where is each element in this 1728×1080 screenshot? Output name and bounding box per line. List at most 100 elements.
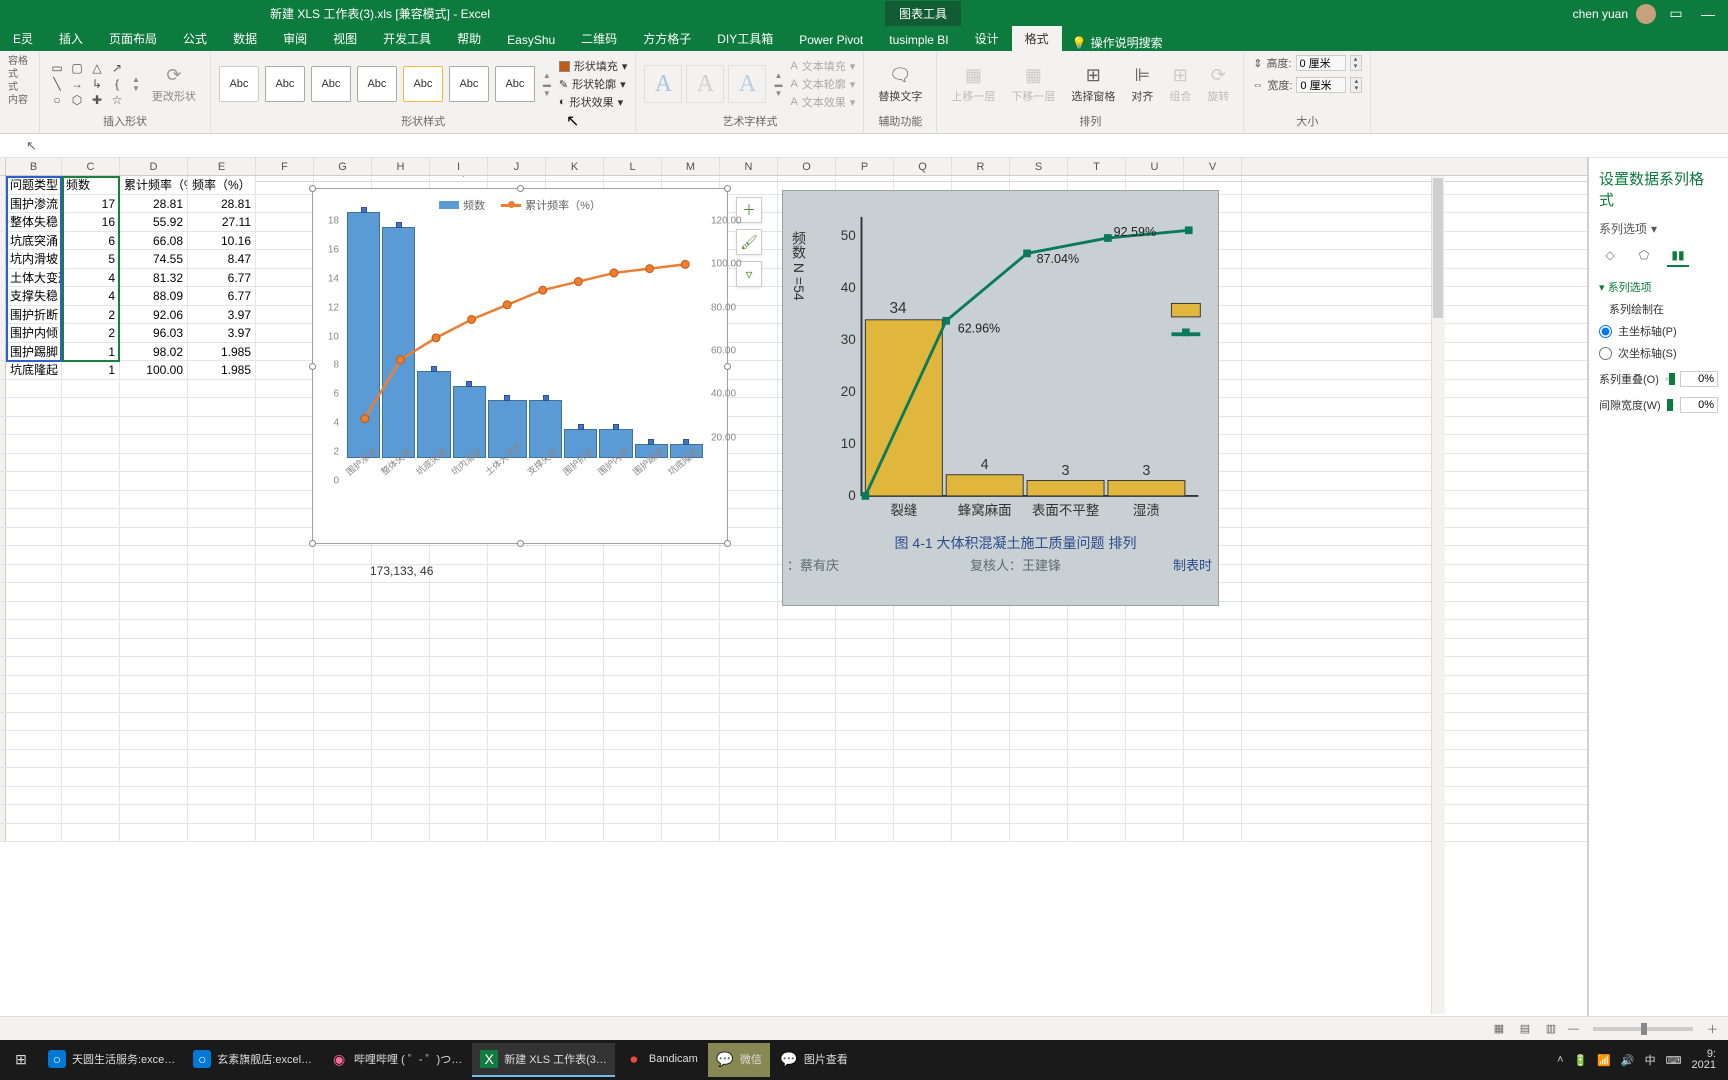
tab-eling[interactable]: E灵	[0, 26, 46, 51]
arrow-icon[interactable]: ↗	[108, 61, 126, 75]
user-avatar[interactable]	[1636, 4, 1656, 24]
tab-data[interactable]: 数据	[220, 26, 270, 51]
effects-icon[interactable]: ⬠	[1633, 245, 1655, 267]
hex-icon[interactable]: ⬡	[68, 93, 86, 107]
style-3[interactable]: Abc	[311, 66, 351, 102]
tab-design[interactable]: 设计	[962, 26, 1012, 51]
rrect-icon[interactable]: ▢	[68, 61, 86, 75]
style-2[interactable]: Abc	[265, 66, 305, 102]
wordart-1[interactable]: A	[644, 65, 682, 103]
section-label[interactable]: ▾ 系列选项	[1599, 279, 1718, 295]
tab-formula[interactable]: 公式	[170, 26, 220, 51]
style-1[interactable]: Abc	[219, 66, 259, 102]
wordart-label: 艺术字样式	[722, 113, 777, 131]
wordart-gallery[interactable]: A A A	[644, 65, 766, 103]
line-icon[interactable]: ╲	[48, 77, 66, 91]
tab-review[interactable]: 审阅	[270, 26, 320, 51]
style-5[interactable]: Abc	[403, 66, 443, 102]
selection-pane-button[interactable]: ⊞选择窗格	[1065, 62, 1121, 106]
ime-icon[interactable]: 中	[1645, 1052, 1656, 1068]
bring-forward-button[interactable]: ▦上移一层	[945, 62, 1001, 106]
ribbon-options-icon[interactable]: ▭	[1664, 2, 1688, 26]
send-back-button[interactable]: ▦下移一层	[1005, 62, 1061, 106]
wifi-icon[interactable]: 📶	[1597, 1054, 1611, 1067]
shape-gallery[interactable]: ▭ ▢ △ ↗ ╲ → ↳ { ○ ⬡ ✚ ☆	[48, 61, 126, 107]
oval-icon[interactable]: ○	[48, 93, 66, 107]
tab-ffgz[interactable]: 方方格子	[630, 26, 704, 51]
volume-icon[interactable]: 🔊	[1621, 1054, 1635, 1067]
plus-icon[interactable]: ✚	[88, 93, 106, 107]
align-button[interactable]: ⊫对齐	[1125, 62, 1159, 106]
clock[interactable]: 9:2021	[1692, 1049, 1716, 1071]
zoom-slider[interactable]	[1593, 1027, 1693, 1031]
battery-icon[interactable]: 🔋	[1574, 1054, 1588, 1067]
task-imageview[interactable]: 💬图片查看	[772, 1043, 856, 1077]
height-stepper[interactable]: ▴▾	[1350, 55, 1362, 71]
zoom-out-button[interactable]: —	[1568, 1023, 1579, 1035]
vertical-scrollbar[interactable]	[1431, 176, 1445, 1014]
tab-insert[interactable]: 插入	[46, 26, 96, 51]
keyboard-icon[interactable]: ⌨	[1666, 1054, 1682, 1067]
tri-icon[interactable]: △	[88, 61, 106, 75]
tray-up-icon[interactable]: ˄	[1557, 1054, 1563, 1066]
brace-icon[interactable]: {	[108, 77, 126, 91]
tab-easyshu[interactable]: EasyShu	[494, 29, 568, 51]
conn-icon[interactable]: ↳	[88, 77, 106, 91]
page-break-view-icon[interactable]: ▥	[1542, 1021, 1560, 1037]
fill-line-icon[interactable]: ◇	[1599, 245, 1621, 267]
task-excel[interactable]: X新建 XLS 工作表(3…	[472, 1043, 615, 1077]
wordart-3[interactable]: A	[728, 65, 766, 103]
shape-effect-button[interactable]: ◐形状效果 ▾	[559, 94, 628, 110]
alt-text-button[interactable]: 🗨替换文字	[872, 62, 928, 106]
arrowr-icon[interactable]: →	[68, 77, 86, 91]
minimize-icon[interactable]: —	[1696, 2, 1720, 26]
shape-style-gallery[interactable]: Abc Abc Abc Abc Abc Abc Abc	[219, 66, 535, 102]
system-tray[interactable]: ˄ 🔋 📶 🔊 中 ⌨ 9:2021	[1557, 1049, 1724, 1071]
tab-diy[interactable]: DIY工具箱	[704, 26, 786, 51]
task-1[interactable]: ○天圆生活服务:exce…	[40, 1043, 183, 1077]
height-input[interactable]	[1296, 55, 1346, 71]
tab-layout[interactable]: 页面布局	[96, 26, 170, 51]
task-3[interactable]: ◉哔哩哔哩 ( ゜- ゜)つ…	[322, 1043, 470, 1077]
start-button[interactable]: ⊞	[4, 1043, 38, 1077]
tab-pp[interactable]: Power Pivot	[786, 29, 876, 51]
style-7[interactable]: Abc	[495, 66, 535, 102]
inserted-image[interactable]: 频数 N =54 01020 304050 34 4 3 3	[782, 190, 1219, 606]
normal-view-icon[interactable]: ▦	[1490, 1021, 1508, 1037]
primary-axis-radio[interactable]: 主坐标轴(P)	[1599, 323, 1718, 339]
rect-icon[interactable]: ▭	[48, 61, 66, 75]
star-icon[interactable]: ☆	[108, 93, 126, 107]
shape-outline-button[interactable]: ✎形状轮廓 ▾	[559, 76, 628, 92]
tab-format[interactable]: 格式	[1012, 26, 1062, 51]
page-layout-view-icon[interactable]: ▤	[1516, 1021, 1534, 1037]
zoom-in-button[interactable]: ＋	[1707, 1021, 1718, 1037]
overlap-input[interactable]	[1680, 371, 1718, 387]
tab-view[interactable]: 视图	[320, 26, 370, 51]
width-input[interactable]	[1296, 77, 1346, 93]
shape-fill-button[interactable]: 形状填充 ▾	[559, 58, 628, 74]
tab-qr[interactable]: 二维码	[568, 26, 630, 51]
tab-dev[interactable]: 开发工具	[370, 26, 444, 51]
task-wechat[interactable]: 💬微信	[708, 1043, 770, 1077]
tell-me-search[interactable]: 💡 操作说明搜索	[1062, 34, 1163, 51]
secondary-axis-radio[interactable]: 次坐标轴(S)	[1599, 345, 1718, 361]
change-shape-button[interactable]: ⟳ 更改形状	[146, 61, 202, 108]
width-stepper[interactable]: ▴▾	[1350, 77, 1362, 93]
tab-help[interactable]: 帮助	[444, 26, 494, 51]
series-options-dropdown[interactable]: 系列选项 ▾	[1599, 220, 1718, 237]
wordart-2[interactable]: A	[686, 65, 724, 103]
gap-slider[interactable]	[1667, 403, 1674, 407]
style-4[interactable]: Abc	[357, 66, 397, 102]
rotate-button[interactable]: ⟳旋转	[1201, 62, 1235, 106]
overlap-slider[interactable]	[1665, 377, 1674, 381]
task-bandicam[interactable]: ⏺Bandicam	[617, 1043, 706, 1077]
tab-tusimple[interactable]: tusimple BI	[876, 29, 961, 51]
task-2[interactable]: ○玄素旗舰店:excel…	[185, 1043, 320, 1077]
group-button[interactable]: ⊞组合	[1163, 62, 1197, 106]
style-6[interactable]: Abc	[449, 66, 489, 102]
worksheet-grid[interactable]: BCDEFGHIJKLMNOPQRSTUV 问题类型频数累计频率（%频率（%）围…	[0, 158, 1588, 1036]
gap-input[interactable]	[1680, 397, 1718, 413]
series-options-icon[interactable]: ▮▮	[1667, 245, 1689, 267]
embedded-chart[interactable]: ＋ 🖌 ▿ 频数 累计频率（%） 024681012141618 20.0040…	[312, 188, 728, 544]
svg-text:92.59%: 92.59%	[1114, 225, 1156, 239]
